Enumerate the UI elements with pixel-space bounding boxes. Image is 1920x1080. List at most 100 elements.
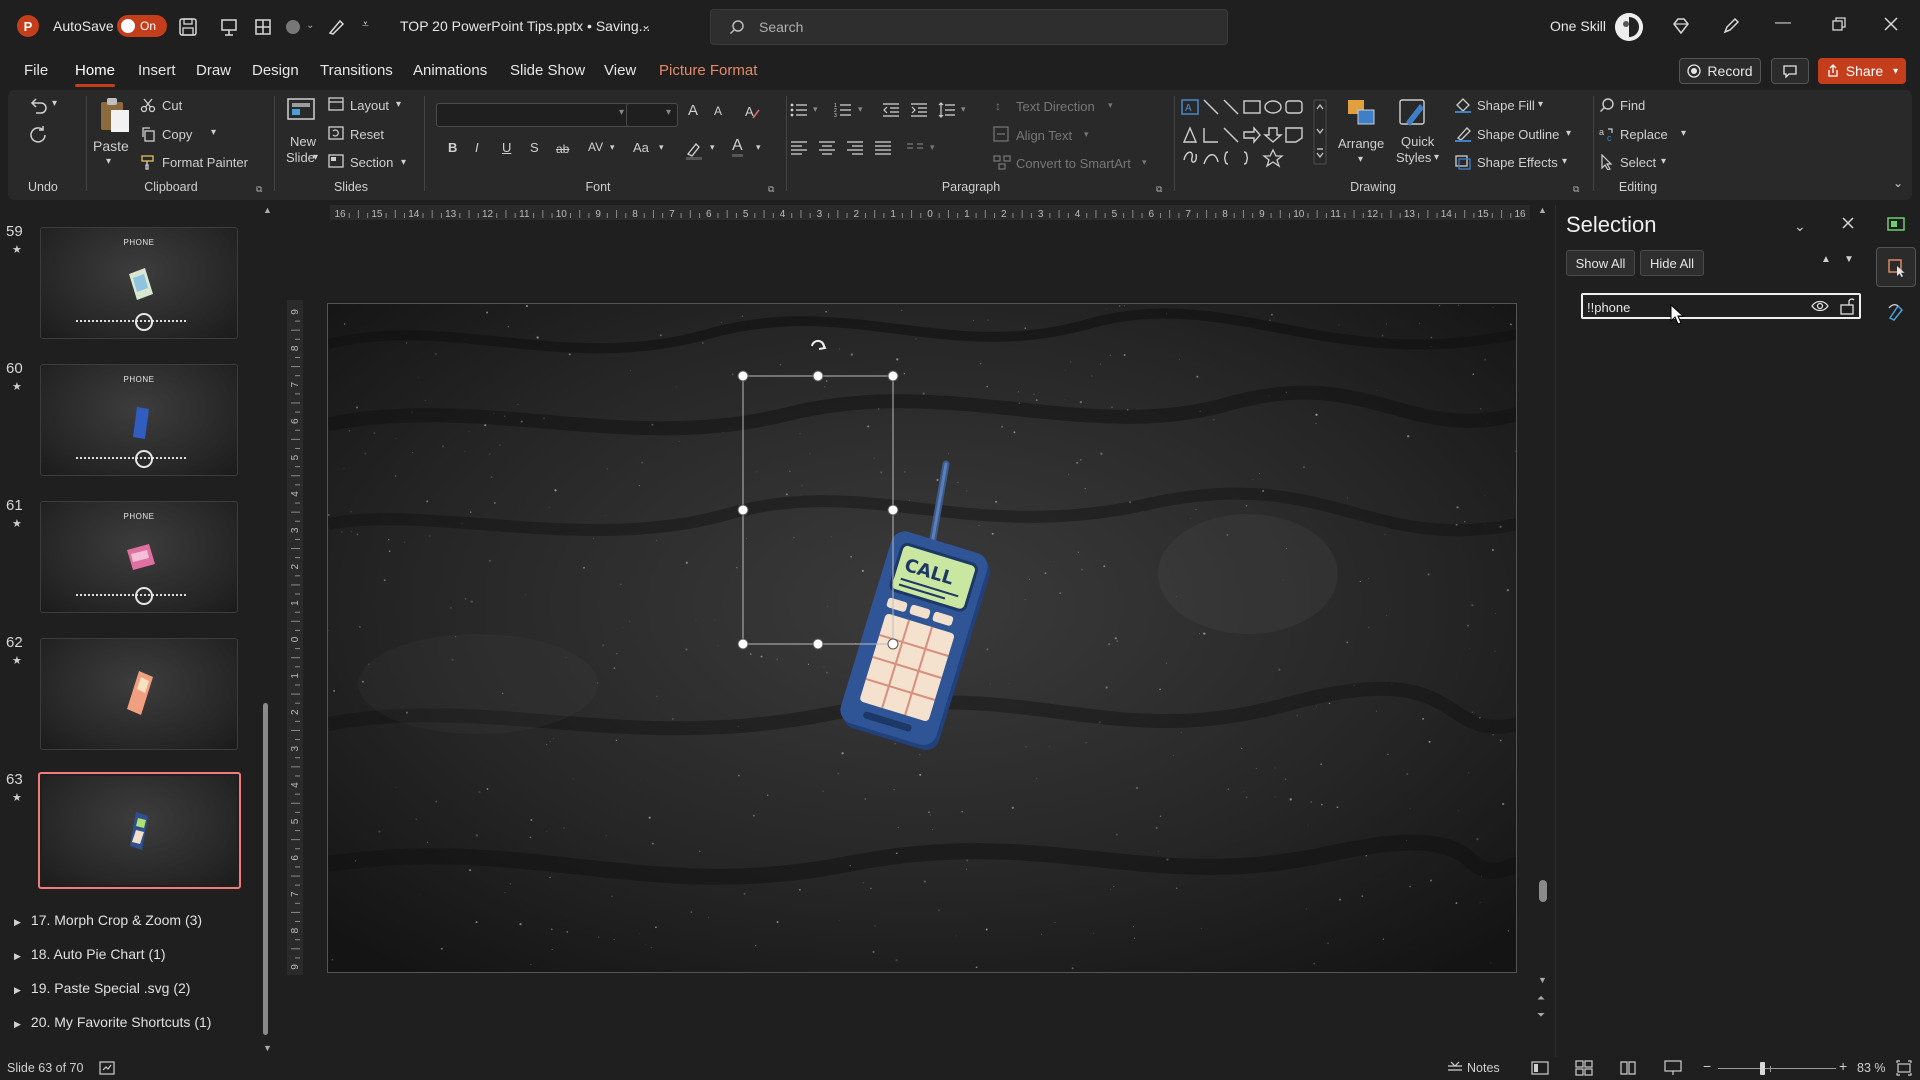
numbering-icon[interactable]: 123 <box>834 102 852 118</box>
slide-count[interactable]: Slide 63 of 70 <box>7 1061 83 1075</box>
hide-all-button[interactable]: Hide All <box>1640 250 1704 276</box>
chevron-down-icon[interactable]: ▾ <box>710 142 715 153</box>
redo-icon[interactable] <box>24 123 52 145</box>
chevron-down-icon[interactable]: ⌄ <box>641 18 651 32</box>
tab-draw[interactable]: Draw <box>196 62 231 79</box>
zoom-slider[interactable] <box>1718 1062 1836 1075</box>
avatar[interactable] <box>1615 13 1643 41</box>
chevron-down-icon[interactable]: ▾ <box>961 104 966 115</box>
arrange-icon[interactable] <box>1341 94 1383 132</box>
restore-icon[interactable] <box>1831 16 1847 32</box>
chevron-down-icon[interactable]: ▾ <box>1566 128 1571 139</box>
zoom-in-icon[interactable]: + <box>1839 1058 1847 1074</box>
slide-thumbnail-63[interactable] <box>38 772 241 889</box>
slide-thumbnail-60[interactable]: PHONE <box>40 364 238 476</box>
selection-item-name-input[interactable] <box>1587 298 1807 316</box>
diamond-icon[interactable] <box>1671 16 1691 36</box>
section-item[interactable]: ▶ 17. Morph Crop & Zoom (3) <box>14 912 202 928</box>
slide-sorter-icon[interactable] <box>1575 1060 1593 1076</box>
chevron-down-icon[interactable]: ▾ <box>1084 129 1089 140</box>
arrange-label[interactable]: Arrange <box>1338 136 1384 151</box>
strikethrough-button[interactable]: ab <box>556 142 569 156</box>
share-button[interactable]: Share ▾ <box>1818 58 1906 84</box>
present-icon[interactable] <box>219 17 239 37</box>
horizontal-ruler[interactable]: 16 15 14 13 12 11 10 9 8 7 6 5 4 3 2 1 0 1 2 3 4 5 6 7 8 9 10 11 12 1… <box>330 205 1530 220</box>
new-slide-label-1[interactable]: New <box>290 134 316 149</box>
selection-item-phone[interactable] <box>1581 293 1861 319</box>
chevron-down-icon[interactable]: ▾ <box>659 142 664 153</box>
chevron-down-icon[interactable]: ▾ <box>610 142 615 153</box>
quick-styles-label-2[interactable]: Styles <box>1396 150 1431 165</box>
scroll-down-icon[interactable]: ▼ <box>263 1043 272 1053</box>
italic-button[interactable]: I <box>475 140 479 155</box>
text-direction-icon[interactable]: ↕ <box>993 97 1009 113</box>
grow-font-button[interactable]: A <box>688 102 698 119</box>
new-slide-icon[interactable] <box>281 94 321 128</box>
convert-smartart-label[interactable]: Convert to SmartArt <box>1016 156 1131 171</box>
bring-forward-icon[interactable]: ▲ <box>1821 254 1831 265</box>
shape-fill-label[interactable]: Shape Fill <box>1477 98 1535 113</box>
font-name-combo[interactable]: ▾ <box>436 103 631 127</box>
align-right-icon[interactable] <box>846 140 864 156</box>
pane-options-chevron-icon[interactable]: ⌄ <box>1794 218 1806 235</box>
dialog-launcher-icon[interactable]: ⧉ <box>1573 184 1579 195</box>
line-spacing-icon[interactable] <box>938 102 956 118</box>
select-label[interactable]: Select <box>1620 155 1656 170</box>
scroll-up-icon[interactable]: ▲ <box>263 205 272 215</box>
tab-design[interactable]: Design <box>252 62 299 79</box>
columns-icon[interactable] <box>906 141 924 155</box>
underline-button[interactable]: U <box>502 140 511 155</box>
thumbnail-scrollbar[interactable]: ▲ ▼ <box>263 205 272 1055</box>
tab-animations[interactable]: Animations <box>413 62 487 79</box>
smartart-icon[interactable] <box>993 154 1011 170</box>
chevron-down-icon[interactable]: ▾ <box>1538 99 1543 110</box>
scroll-up-icon[interactable]: ▲ <box>1538 205 1547 215</box>
unlock-icon[interactable] <box>1839 297 1855 315</box>
format-shape-icon[interactable] <box>1886 302 1906 322</box>
zoom-level[interactable]: 83 % <box>1857 1061 1886 1075</box>
reset-label[interactable]: Reset <box>350 127 384 142</box>
slide-thumbnail-59[interactable]: PHONE <box>40 227 238 339</box>
character-spacing-button[interactable]: AV <box>588 140 603 154</box>
record-button[interactable]: Record <box>1679 58 1761 84</box>
slide-thumbnail-61[interactable]: PHONE <box>40 501 238 613</box>
chevron-down-icon[interactable]: ▾ <box>211 127 216 138</box>
replace-icon[interactable]: ac <box>1599 126 1615 142</box>
dialog-launcher-icon[interactable]: ⧉ <box>1156 184 1162 195</box>
tab-picture-format[interactable]: Picture Format <box>659 62 757 79</box>
increase-indent-icon[interactable] <box>910 102 928 118</box>
shrink-font-button[interactable]: A <box>714 104 722 118</box>
shape-effects-icon[interactable] <box>1454 154 1472 170</box>
section-item[interactable]: ▶ 20. My Favorite Shortcuts (1) <box>14 1014 211 1030</box>
selection-pane-toggle[interactable] <box>1876 247 1916 287</box>
chevron-down-icon[interactable]: ▾ <box>106 156 111 167</box>
tab-view[interactable]: View <box>604 62 636 79</box>
eye-icon[interactable] <box>1811 299 1829 313</box>
shape-fill-icon[interactable] <box>1454 97 1472 113</box>
align-center-icon[interactable] <box>818 140 836 156</box>
font-color-button[interactable]: A <box>732 138 743 157</box>
undo-icon[interactable] <box>24 94 52 116</box>
align-left-icon[interactable] <box>790 140 808 156</box>
font-size-combo[interactable]: ▾ <box>626 103 678 127</box>
align-text-label[interactable]: Align Text <box>1016 128 1072 143</box>
align-text-icon[interactable] <box>993 126 1009 142</box>
fit-slide-icon[interactable] <box>1896 1060 1912 1076</box>
section-icon[interactable] <box>328 154 344 168</box>
tab-transitions[interactable]: Transitions <box>320 62 393 79</box>
format-painter-icon[interactable] <box>140 154 156 170</box>
shape-outline-icon[interactable] <box>1454 126 1472 142</box>
pen-icon[interactable] <box>326 17 346 37</box>
select-cursor-icon[interactable] <box>1599 154 1615 170</box>
normal-view-icon[interactable] <box>1531 1060 1549 1076</box>
scrollbar-thumb[interactable] <box>1539 880 1547 902</box>
collapse-ribbon-icon[interactable]: ⌄ <box>1893 176 1903 190</box>
clear-format-icon[interactable]: A <box>743 102 761 120</box>
chevron-down-icon[interactable]: ▾ <box>1661 156 1666 167</box>
pen-tool-icon[interactable] <box>1721 16 1741 36</box>
shape-icon[interactable] <box>283 17 303 37</box>
copy-icon[interactable] <box>140 126 156 142</box>
designer-icon[interactable] <box>1886 215 1906 233</box>
tab-home[interactable]: Home <box>75 62 116 87</box>
chevron-down-icon[interactable]: ⌄ <box>306 20 314 31</box>
